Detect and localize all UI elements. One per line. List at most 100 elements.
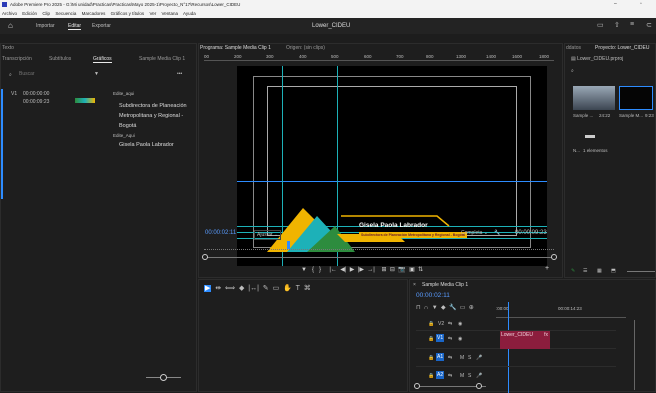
home-icon[interactable]: ⌂ — [8, 21, 13, 30]
marker-button[interactable]: ▼ — [301, 267, 307, 273]
mic-icon[interactable]: 🎤 — [476, 355, 482, 361]
add-button[interactable]: + — [545, 265, 549, 272]
tab-importar[interactable]: Importar — [36, 23, 55, 29]
timeline-zoom-handle[interactable] — [476, 383, 482, 389]
marker-icon[interactable]: ◆ — [441, 305, 446, 311]
tab-transcripcion[interactable]: Transcripción — [2, 56, 32, 62]
sync-icon[interactable]: ⇆ — [448, 336, 452, 342]
solo-button[interactable]: S — [468, 373, 471, 379]
eye-icon[interactable]: ◉ — [458, 321, 462, 327]
track-options-icon[interactable]: ⊕ — [469, 305, 474, 311]
clip-thumbnail[interactable] — [573, 86, 615, 110]
lift-button[interactable]: ⊞ — [382, 267, 387, 273]
step-forward-button[interactable]: |▶ — [358, 267, 364, 273]
menu-graficos[interactable]: Gráficos y títulos — [111, 11, 145, 16]
menu-ver[interactable]: Ver — [149, 11, 156, 16]
timeline-zoom-handle[interactable] — [414, 383, 420, 389]
mic-icon[interactable]: 🎤 — [476, 373, 482, 379]
track-row-a2[interactable]: 🔒 A2 ⇆ M S 🎤 — [416, 367, 616, 385]
mark-in-button[interactable]: { — [312, 267, 314, 273]
workspaces-icon[interactable]: ▭ — [597, 21, 604, 29]
linked-icon[interactable]: ∩ — [424, 305, 428, 311]
tab-editar[interactable]: Editar — [68, 23, 82, 30]
menu-secuencia[interactable]: Secuencia — [55, 11, 76, 16]
timeline-close-icon[interactable]: × — [413, 282, 416, 288]
project-search-icon[interactable]: ⌕ — [571, 68, 574, 74]
sync-icon[interactable]: ⇆ — [448, 321, 452, 327]
track-lock-icon[interactable]: 🔒 — [428, 321, 434, 327]
timeline-title[interactable]: Sample Media Clip 1 — [422, 282, 468, 288]
maximize-button[interactable]: ▫ — [640, 1, 642, 7]
mini-timeline[interactable] — [204, 244, 554, 250]
snap-icon[interactable]: ⊓ — [416, 305, 421, 311]
menu-ayuda[interactable]: Ayuda — [183, 11, 196, 16]
mark-out-button[interactable]: } — [319, 267, 321, 273]
step-back-button[interactable]: ◀| — [340, 267, 346, 273]
mute-button[interactable]: M — [460, 355, 464, 361]
extract-button[interactable]: ⊟ — [390, 267, 395, 273]
captions-icon[interactable]: ▭ — [460, 305, 466, 311]
zoom-slider-handle[interactable] — [160, 374, 167, 381]
graphic-item[interactable]: V1 00:00:00:00 00:00:09:23 Edite_aqui Su… — [1, 89, 198, 199]
add-marker-icon[interactable]: ▼ — [432, 305, 438, 311]
rectangle-tool[interactable]: ▭ — [273, 285, 280, 292]
tab-graficos[interactable]: Gráficos — [93, 56, 112, 63]
program-title[interactable]: Programa: Sample Media Clip 1 — [200, 45, 271, 51]
menu-ventana[interactable]: Ventana — [161, 11, 178, 16]
zoom-bar[interactable] — [204, 257, 554, 258]
slip-tool[interactable]: |↔| — [248, 285, 259, 292]
menu-clip[interactable]: Clip — [42, 11, 50, 16]
tab-subtitulos[interactable]: Subtítulos — [49, 56, 71, 62]
camera-icon[interactable]: 📷 — [398, 267, 405, 273]
go-to-in-button[interactable]: |← — [329, 267, 337, 273]
type-tool[interactable]: T — [296, 285, 300, 292]
zoom-handle-left[interactable] — [202, 254, 208, 260]
more-icon[interactable]: ••• — [177, 71, 182, 77]
sync-icon[interactable]: ⇆ — [448, 373, 452, 379]
tab-exportar[interactable]: Exportar — [92, 23, 111, 29]
track-select-tool[interactable]: ⇹ — [215, 285, 221, 292]
fit-dropdown[interactable]: Ajustar ⌄ — [254, 230, 282, 240]
hand-tool[interactable]: ✋ — [283, 285, 292, 292]
quick-icon[interactable]: ⊂ — [646, 21, 652, 29]
track-lock-icon[interactable]: 🔒 — [428, 355, 434, 361]
icon-view-icon[interactable]: ▦ — [597, 268, 602, 274]
thumb-size-slider[interactable] — [627, 271, 655, 272]
folder-icon[interactable]: ▬ — [585, 130, 595, 141]
freeform-view-icon[interactable]: ⬒ — [611, 268, 616, 274]
track-row-v1[interactable]: 🔒 V1 ⇆ ◉ Lower_CIDEU fx — [416, 331, 616, 349]
pencil-icon[interactable]: ✎ — [571, 268, 575, 274]
monitor-playhead[interactable] — [287, 241, 290, 249]
minimize-button[interactable]: – — [614, 1, 617, 7]
filter-icon[interactable]: ▼ — [94, 71, 99, 77]
settings-icon[interactable]: 🔧 — [494, 230, 500, 236]
track-name[interactable]: A2 — [436, 371, 445, 379]
razor-tool[interactable]: ◆ — [239, 285, 244, 292]
tab-project[interactable]: Proyecto: Lower_CIDEU — [595, 45, 649, 51]
solo-button[interactable]: S — [468, 355, 471, 361]
lower-third-clip[interactable]: Lower_CIDEU fx — [500, 331, 550, 349]
tab-sample-media[interactable]: Sample Media Clip 1 — [139, 56, 185, 62]
list-view-icon[interactable]: ☰ — [583, 268, 587, 274]
search-input[interactable] — [19, 70, 69, 78]
track-lock-icon[interactable]: 🔒 — [428, 336, 434, 342]
track-row-a1[interactable]: 🔒 A1 ⇆ M S 🎤 — [416, 349, 616, 367]
pen-tool[interactable]: ✎ — [263, 285, 269, 292]
layout-icon[interactable]: ≡ — [630, 21, 634, 28]
source-tab[interactable]: Origen: (sin clips) — [286, 45, 325, 51]
settings-icon[interactable]: 🔧 — [449, 305, 456, 311]
sync-icon[interactable]: ⇆ — [448, 355, 452, 361]
selection-tool[interactable]: ▶ — [204, 285, 212, 292]
proxy-button[interactable]: ⇅ — [418, 267, 423, 273]
quality-dropdown[interactable]: Completa ⌄ — [461, 230, 488, 236]
eye-icon[interactable]: ◉ — [458, 336, 462, 342]
track-row-v2[interactable]: 🔒 V2 ⇆ ◉ — [416, 318, 616, 331]
go-to-out-button[interactable]: →| — [367, 267, 375, 273]
menu-marcadores[interactable]: Marcadores — [82, 11, 106, 16]
video-frame[interactable]: Gisela Paola Labrador Subdirectora de Pl… — [237, 66, 547, 266]
menu-edicion[interactable]: Edición — [22, 11, 37, 16]
tab-metadata[interactable]: ddatos — [566, 45, 581, 51]
mute-button[interactable]: M — [460, 373, 464, 379]
track-lock-icon[interactable]: 🔒 — [428, 373, 434, 379]
track-name[interactable]: V1 — [436, 334, 445, 342]
